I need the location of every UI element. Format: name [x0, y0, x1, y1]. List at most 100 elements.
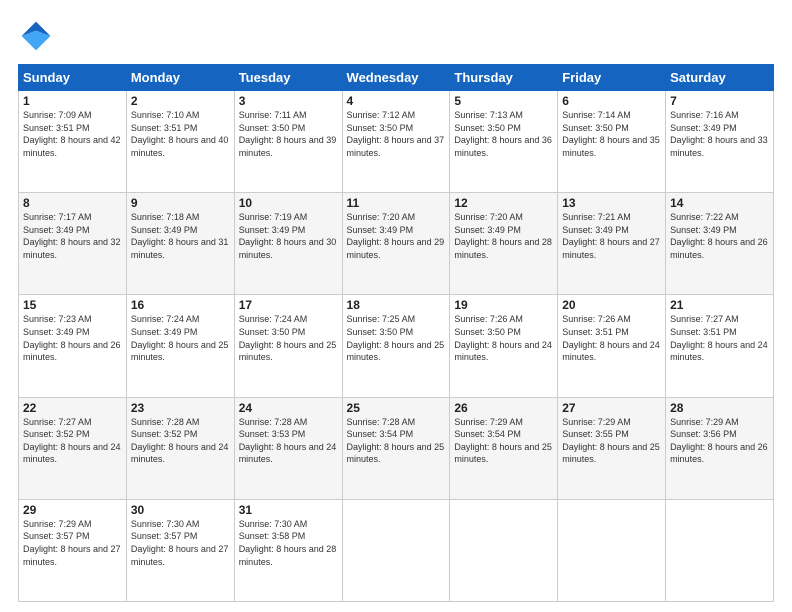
day-header: Friday — [558, 65, 666, 91]
day-info: Sunrise: 7:28 AMSunset: 3:52 PMDaylight:… — [131, 416, 230, 466]
day-number: 23 — [131, 401, 230, 415]
day-number: 25 — [347, 401, 446, 415]
day-number: 28 — [670, 401, 769, 415]
day-number: 19 — [454, 298, 553, 312]
day-number: 9 — [131, 196, 230, 210]
calendar-cell: 23Sunrise: 7:28 AMSunset: 3:52 PMDayligh… — [126, 397, 234, 499]
day-number: 22 — [23, 401, 122, 415]
week-row: 22Sunrise: 7:27 AMSunset: 3:52 PMDayligh… — [19, 397, 774, 499]
day-info: Sunrise: 7:22 AMSunset: 3:49 PMDaylight:… — [670, 211, 769, 261]
calendar-cell: 7Sunrise: 7:16 AMSunset: 3:49 PMDaylight… — [666, 91, 774, 193]
day-info: Sunrise: 7:30 AMSunset: 3:57 PMDaylight:… — [131, 518, 230, 568]
day-number: 24 — [239, 401, 338, 415]
week-row: 15Sunrise: 7:23 AMSunset: 3:49 PMDayligh… — [19, 295, 774, 397]
day-info: Sunrise: 7:29 AMSunset: 3:55 PMDaylight:… — [562, 416, 661, 466]
calendar-cell: 16Sunrise: 7:24 AMSunset: 3:49 PMDayligh… — [126, 295, 234, 397]
day-info: Sunrise: 7:29 AMSunset: 3:57 PMDaylight:… — [23, 518, 122, 568]
calendar-cell: 1Sunrise: 7:09 AMSunset: 3:51 PMDaylight… — [19, 91, 127, 193]
day-number: 21 — [670, 298, 769, 312]
day-number: 5 — [454, 94, 553, 108]
day-info: Sunrise: 7:23 AMSunset: 3:49 PMDaylight:… — [23, 313, 122, 363]
day-info: Sunrise: 7:21 AMSunset: 3:49 PMDaylight:… — [562, 211, 661, 261]
calendar-cell: 27Sunrise: 7:29 AMSunset: 3:55 PMDayligh… — [558, 397, 666, 499]
header — [18, 18, 774, 54]
logo-icon — [18, 18, 54, 54]
day-number: 30 — [131, 503, 230, 517]
day-number: 27 — [562, 401, 661, 415]
calendar-cell: 19Sunrise: 7:26 AMSunset: 3:50 PMDayligh… — [450, 295, 558, 397]
calendar-cell — [666, 499, 774, 601]
week-row: 1Sunrise: 7:09 AMSunset: 3:51 PMDaylight… — [19, 91, 774, 193]
week-row: 8Sunrise: 7:17 AMSunset: 3:49 PMDaylight… — [19, 193, 774, 295]
day-number: 11 — [347, 196, 446, 210]
day-number: 1 — [23, 94, 122, 108]
day-info: Sunrise: 7:17 AMSunset: 3:49 PMDaylight:… — [23, 211, 122, 261]
calendar-cell: 9Sunrise: 7:18 AMSunset: 3:49 PMDaylight… — [126, 193, 234, 295]
calendar-cell: 8Sunrise: 7:17 AMSunset: 3:49 PMDaylight… — [19, 193, 127, 295]
day-header: Monday — [126, 65, 234, 91]
day-number: 15 — [23, 298, 122, 312]
day-info: Sunrise: 7:20 AMSunset: 3:49 PMDaylight:… — [347, 211, 446, 261]
day-number: 13 — [562, 196, 661, 210]
day-number: 2 — [131, 94, 230, 108]
day-number: 17 — [239, 298, 338, 312]
day-info: Sunrise: 7:12 AMSunset: 3:50 PMDaylight:… — [347, 109, 446, 159]
day-info: Sunrise: 7:19 AMSunset: 3:49 PMDaylight:… — [239, 211, 338, 261]
calendar-cell: 28Sunrise: 7:29 AMSunset: 3:56 PMDayligh… — [666, 397, 774, 499]
calendar-cell — [450, 499, 558, 601]
day-header: Sunday — [19, 65, 127, 91]
calendar-cell: 13Sunrise: 7:21 AMSunset: 3:49 PMDayligh… — [558, 193, 666, 295]
calendar-cell: 4Sunrise: 7:12 AMSunset: 3:50 PMDaylight… — [342, 91, 450, 193]
day-header: Wednesday — [342, 65, 450, 91]
day-number: 26 — [454, 401, 553, 415]
calendar-cell: 5Sunrise: 7:13 AMSunset: 3:50 PMDaylight… — [450, 91, 558, 193]
day-info: Sunrise: 7:16 AMSunset: 3:49 PMDaylight:… — [670, 109, 769, 159]
day-info: Sunrise: 7:29 AMSunset: 3:54 PMDaylight:… — [454, 416, 553, 466]
day-number: 18 — [347, 298, 446, 312]
day-number: 14 — [670, 196, 769, 210]
day-number: 16 — [131, 298, 230, 312]
calendar-cell: 20Sunrise: 7:26 AMSunset: 3:51 PMDayligh… — [558, 295, 666, 397]
calendar-cell: 29Sunrise: 7:29 AMSunset: 3:57 PMDayligh… — [19, 499, 127, 601]
day-info: Sunrise: 7:30 AMSunset: 3:58 PMDaylight:… — [239, 518, 338, 568]
day-info: Sunrise: 7:13 AMSunset: 3:50 PMDaylight:… — [454, 109, 553, 159]
calendar-table: SundayMondayTuesdayWednesdayThursdayFrid… — [18, 64, 774, 602]
day-info: Sunrise: 7:26 AMSunset: 3:51 PMDaylight:… — [562, 313, 661, 363]
day-number: 31 — [239, 503, 338, 517]
day-number: 10 — [239, 196, 338, 210]
day-number: 7 — [670, 94, 769, 108]
calendar-cell — [558, 499, 666, 601]
calendar-cell: 3Sunrise: 7:11 AMSunset: 3:50 PMDaylight… — [234, 91, 342, 193]
day-number: 29 — [23, 503, 122, 517]
day-info: Sunrise: 7:11 AMSunset: 3:50 PMDaylight:… — [239, 109, 338, 159]
calendar-cell: 15Sunrise: 7:23 AMSunset: 3:49 PMDayligh… — [19, 295, 127, 397]
calendar-cell: 12Sunrise: 7:20 AMSunset: 3:49 PMDayligh… — [450, 193, 558, 295]
day-number: 12 — [454, 196, 553, 210]
day-header: Saturday — [666, 65, 774, 91]
day-info: Sunrise: 7:20 AMSunset: 3:49 PMDaylight:… — [454, 211, 553, 261]
day-header: Tuesday — [234, 65, 342, 91]
calendar-cell: 30Sunrise: 7:30 AMSunset: 3:57 PMDayligh… — [126, 499, 234, 601]
day-info: Sunrise: 7:14 AMSunset: 3:50 PMDaylight:… — [562, 109, 661, 159]
page: SundayMondayTuesdayWednesdayThursdayFrid… — [0, 0, 792, 612]
calendar-cell: 18Sunrise: 7:25 AMSunset: 3:50 PMDayligh… — [342, 295, 450, 397]
calendar-cell: 10Sunrise: 7:19 AMSunset: 3:49 PMDayligh… — [234, 193, 342, 295]
calendar-cell: 17Sunrise: 7:24 AMSunset: 3:50 PMDayligh… — [234, 295, 342, 397]
day-info: Sunrise: 7:27 AMSunset: 3:51 PMDaylight:… — [670, 313, 769, 363]
day-info: Sunrise: 7:24 AMSunset: 3:49 PMDaylight:… — [131, 313, 230, 363]
week-row: 29Sunrise: 7:29 AMSunset: 3:57 PMDayligh… — [19, 499, 774, 601]
header-row: SundayMondayTuesdayWednesdayThursdayFrid… — [19, 65, 774, 91]
calendar-cell: 24Sunrise: 7:28 AMSunset: 3:53 PMDayligh… — [234, 397, 342, 499]
day-number: 3 — [239, 94, 338, 108]
day-info: Sunrise: 7:10 AMSunset: 3:51 PMDaylight:… — [131, 109, 230, 159]
day-info: Sunrise: 7:25 AMSunset: 3:50 PMDaylight:… — [347, 313, 446, 363]
day-number: 6 — [562, 94, 661, 108]
calendar-cell: 11Sunrise: 7:20 AMSunset: 3:49 PMDayligh… — [342, 193, 450, 295]
day-number: 8 — [23, 196, 122, 210]
calendar-cell: 31Sunrise: 7:30 AMSunset: 3:58 PMDayligh… — [234, 499, 342, 601]
day-info: Sunrise: 7:29 AMSunset: 3:56 PMDaylight:… — [670, 416, 769, 466]
day-info: Sunrise: 7:28 AMSunset: 3:53 PMDaylight:… — [239, 416, 338, 466]
calendar-cell: 2Sunrise: 7:10 AMSunset: 3:51 PMDaylight… — [126, 91, 234, 193]
logo — [18, 18, 58, 54]
day-info: Sunrise: 7:18 AMSunset: 3:49 PMDaylight:… — [131, 211, 230, 261]
